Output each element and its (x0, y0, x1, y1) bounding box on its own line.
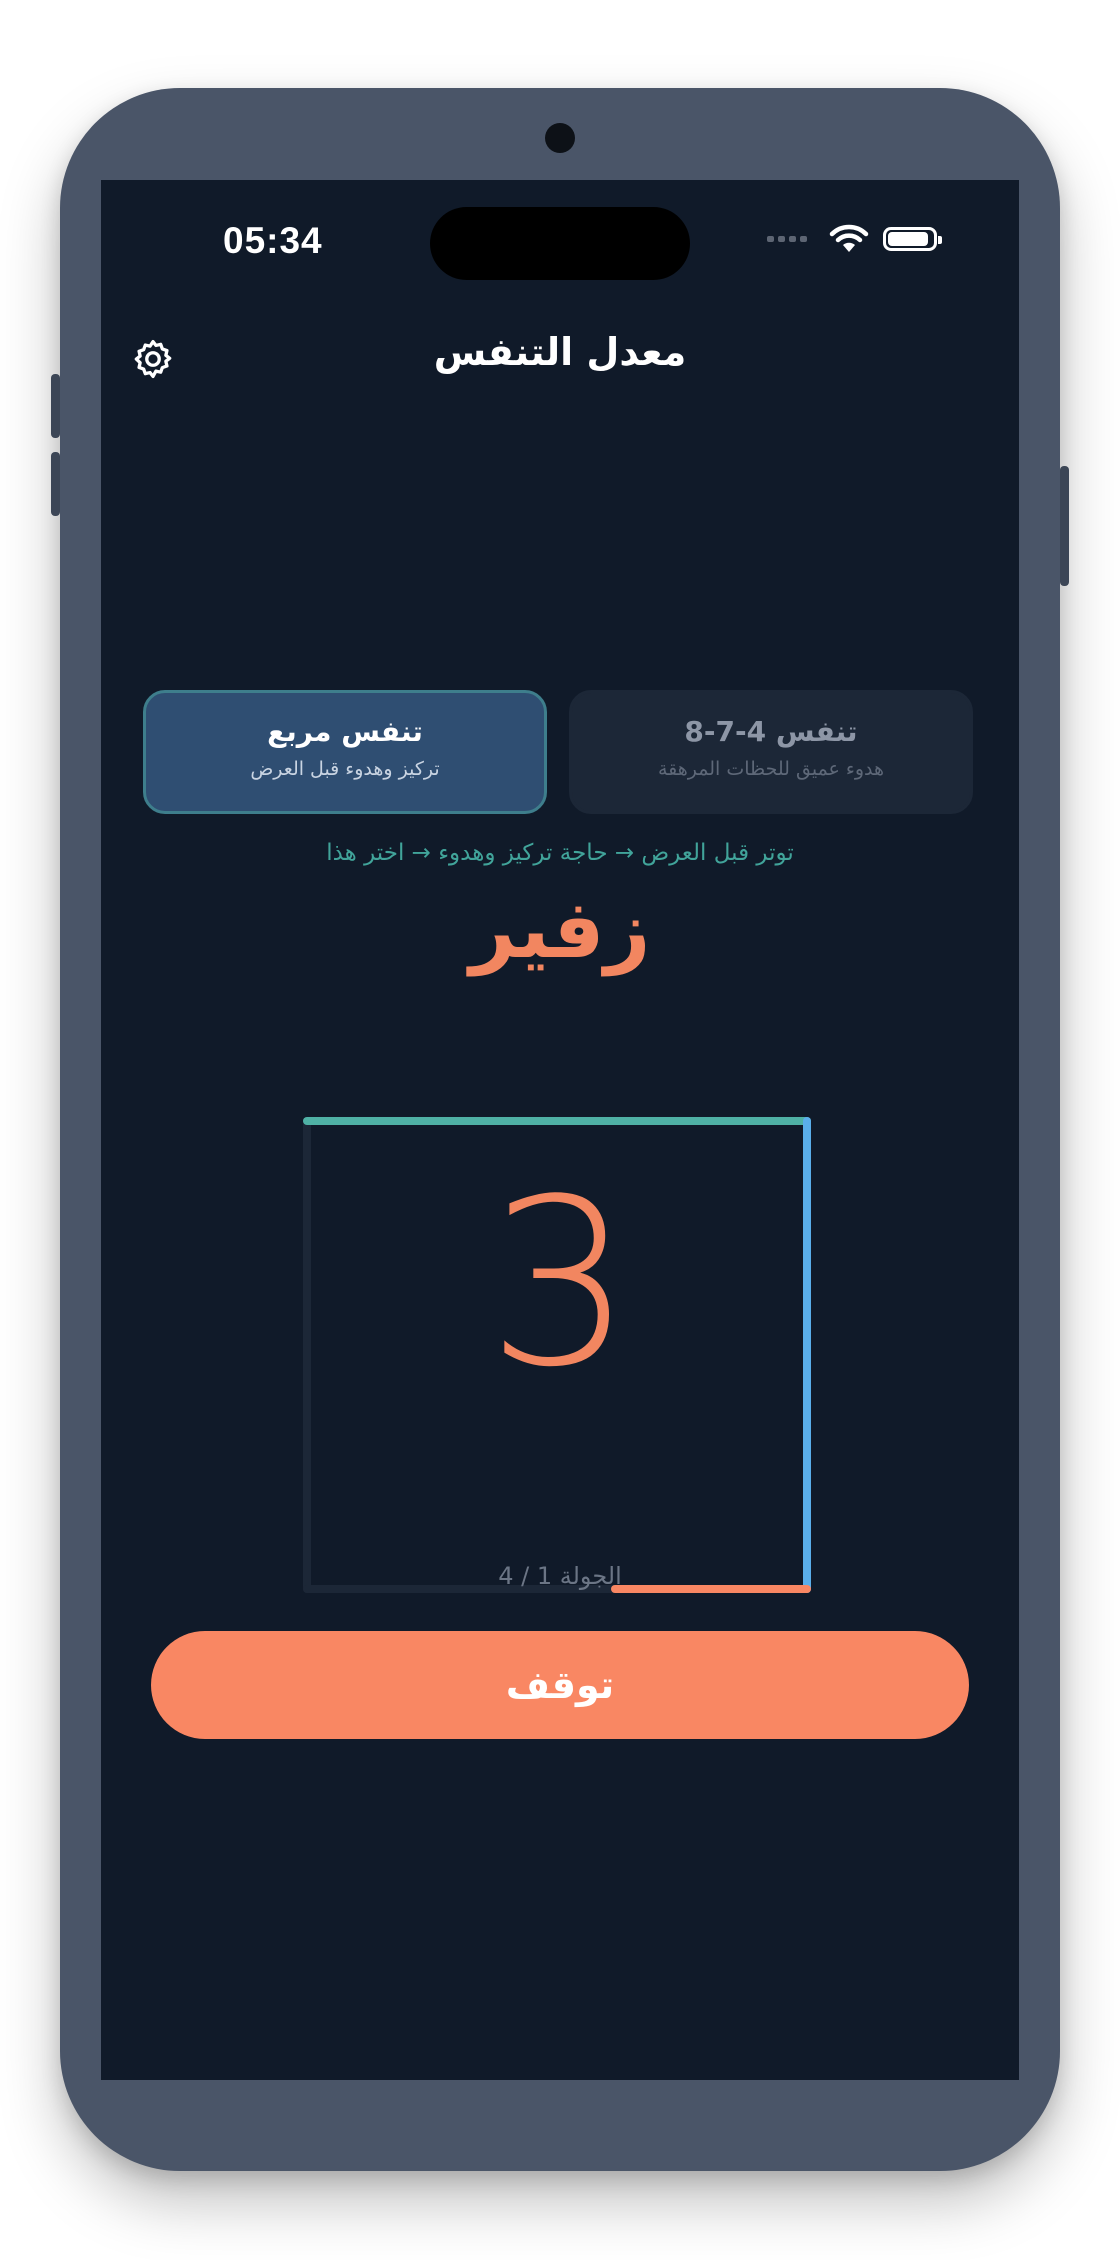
round-counter: الجولة 1 / 4 (498, 1562, 622, 1590)
app-screen: 05:34 معدل التنفس تنفس مربع تركيز وهدوء … (101, 180, 1019, 2080)
phone-frame: 05:34 معدل التنفس تنفس مربع تركيز وهدوء … (51, 88, 1069, 2171)
front-camera (545, 123, 575, 153)
countdown-number: 3 (486, 1151, 634, 1418)
stop-button[interactable]: توقف (151, 1631, 969, 1739)
breathing-box (303, 1117, 811, 1593)
volume-up-button (51, 374, 60, 438)
box-side-top (303, 1117, 811, 1125)
power-button (1060, 466, 1069, 586)
volume-down-button (51, 452, 60, 516)
